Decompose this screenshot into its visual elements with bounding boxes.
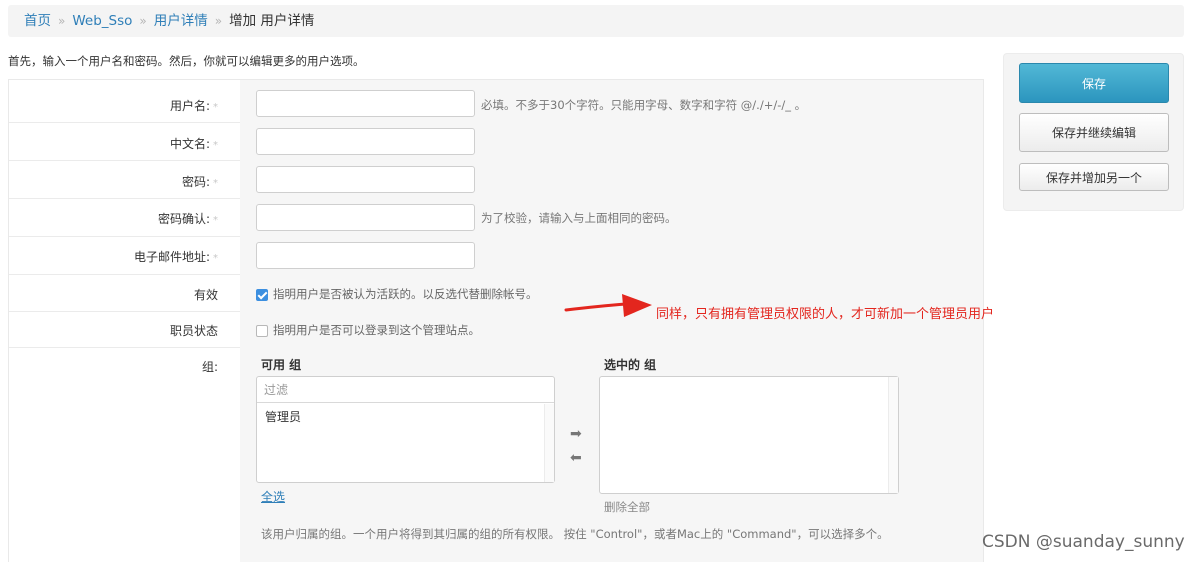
save-continue-button[interactable]: 保存并继续编辑 [1019,113,1169,152]
username-input[interactable] [256,90,475,117]
password-confirm-input[interactable] [256,204,475,231]
password-confirm-label-text: 密码确认: [157,212,210,226]
breadcrumb: 首页 » Web_Sso » 用户详情 » 增加 用户详情 [8,5,1184,37]
username-help: 必填。不多于30个字符。只能用字母、数字和字符 @/./+/-/_ 。 [481,98,807,112]
groups-filter-input[interactable]: 过滤 [257,377,554,403]
password-label-text: 密码: [181,175,210,189]
row-divider [9,160,240,161]
password-input[interactable] [256,166,475,193]
chosen-scrollbar[interactable] [888,377,898,493]
annotation-arrow-icon [564,294,652,317]
breadcrumb-home-link[interactable]: 首页 [24,13,51,29]
intro-text: 首先，输入一个用户名和密码。然后，你就可以编辑更多的用户选项。 [8,54,365,68]
breadcrumb-current: 增加 用户详情 [229,13,315,29]
chosen-groups-title: 选中的 组 [604,358,657,372]
staff-checkbox[interactable] [256,325,268,337]
password-label: 密码: * [182,173,218,190]
select-all-link[interactable]: 全选 [261,488,285,505]
row-divider [9,236,240,237]
active-help: 指明用户是否被认为活跃的。以反选代替删除帐号。 [273,287,538,301]
breadcrumb-separator: » [214,14,223,28]
breadcrumb-app-link[interactable]: Web_Sso [72,13,132,29]
email-label-text: 电子邮件地址: [133,250,210,264]
annotation-text: 同样，只有拥有管理员权限的人，才可新加一个管理员用户 [656,307,995,322]
required-marker: * [213,178,218,189]
breadcrumb-separator: » [58,14,66,28]
chinese-name-label: 中文名: * [170,135,218,152]
breadcrumb-model-link[interactable]: 用户详情 [154,13,208,29]
submit-panel: 保存 保存并继续编辑 保存并增加另一个 [1003,53,1184,211]
required-marker: * [213,140,218,151]
watermark: CSDN @suanday_sunny [982,532,1185,552]
available-groups-box: 过滤 管理员 [256,376,555,483]
username-label: 用户名: * [170,97,218,114]
breadcrumb-separator: » [139,14,147,28]
remove-arrow-icon[interactable]: ⬅ [570,450,582,466]
available-groups-title: 可用 组 [261,358,302,372]
active-checkbox[interactable] [256,289,268,301]
email-label: 电子邮件地址: * [134,248,218,265]
row-divider [9,311,240,312]
password-confirm-help: 为了校验，请输入与上面相同的密码。 [481,211,677,225]
chinese-name-label-text: 中文名: [169,137,210,151]
required-marker: * [213,215,218,226]
active-label: 有效 [193,288,218,302]
username-label-text: 用户名: [169,99,210,113]
email-input[interactable] [256,242,475,269]
save-add-another-button[interactable]: 保存并增加另一个 [1019,163,1169,191]
available-scrollbar[interactable] [544,404,554,482]
staff-label: 职员状态 [169,324,218,338]
add-arrow-icon[interactable]: ➡ [570,426,582,442]
staff-help: 指明用户是否可以登录到这个管理站点。 [273,323,480,337]
row-divider [9,347,240,348]
label-column [9,80,240,562]
remove-all-link[interactable]: 删除全部 [604,499,650,515]
groups-label: 组: [201,360,218,374]
available-option[interactable]: 管理员 [265,408,301,425]
row-divider [9,274,240,275]
row-divider [9,122,240,123]
chosen-groups-box[interactable] [599,376,899,494]
required-marker: * [213,102,218,113]
row-divider [9,198,240,199]
password-confirm-label: 密码确认: * [158,210,218,227]
groups-help: 该用户归属的组。一个用户将得到其归属的组的所有权限。 按住 "Control"，… [261,527,889,541]
chinese-name-input[interactable] [256,128,475,155]
required-marker: * [213,253,218,264]
save-button[interactable]: 保存 [1019,63,1169,103]
